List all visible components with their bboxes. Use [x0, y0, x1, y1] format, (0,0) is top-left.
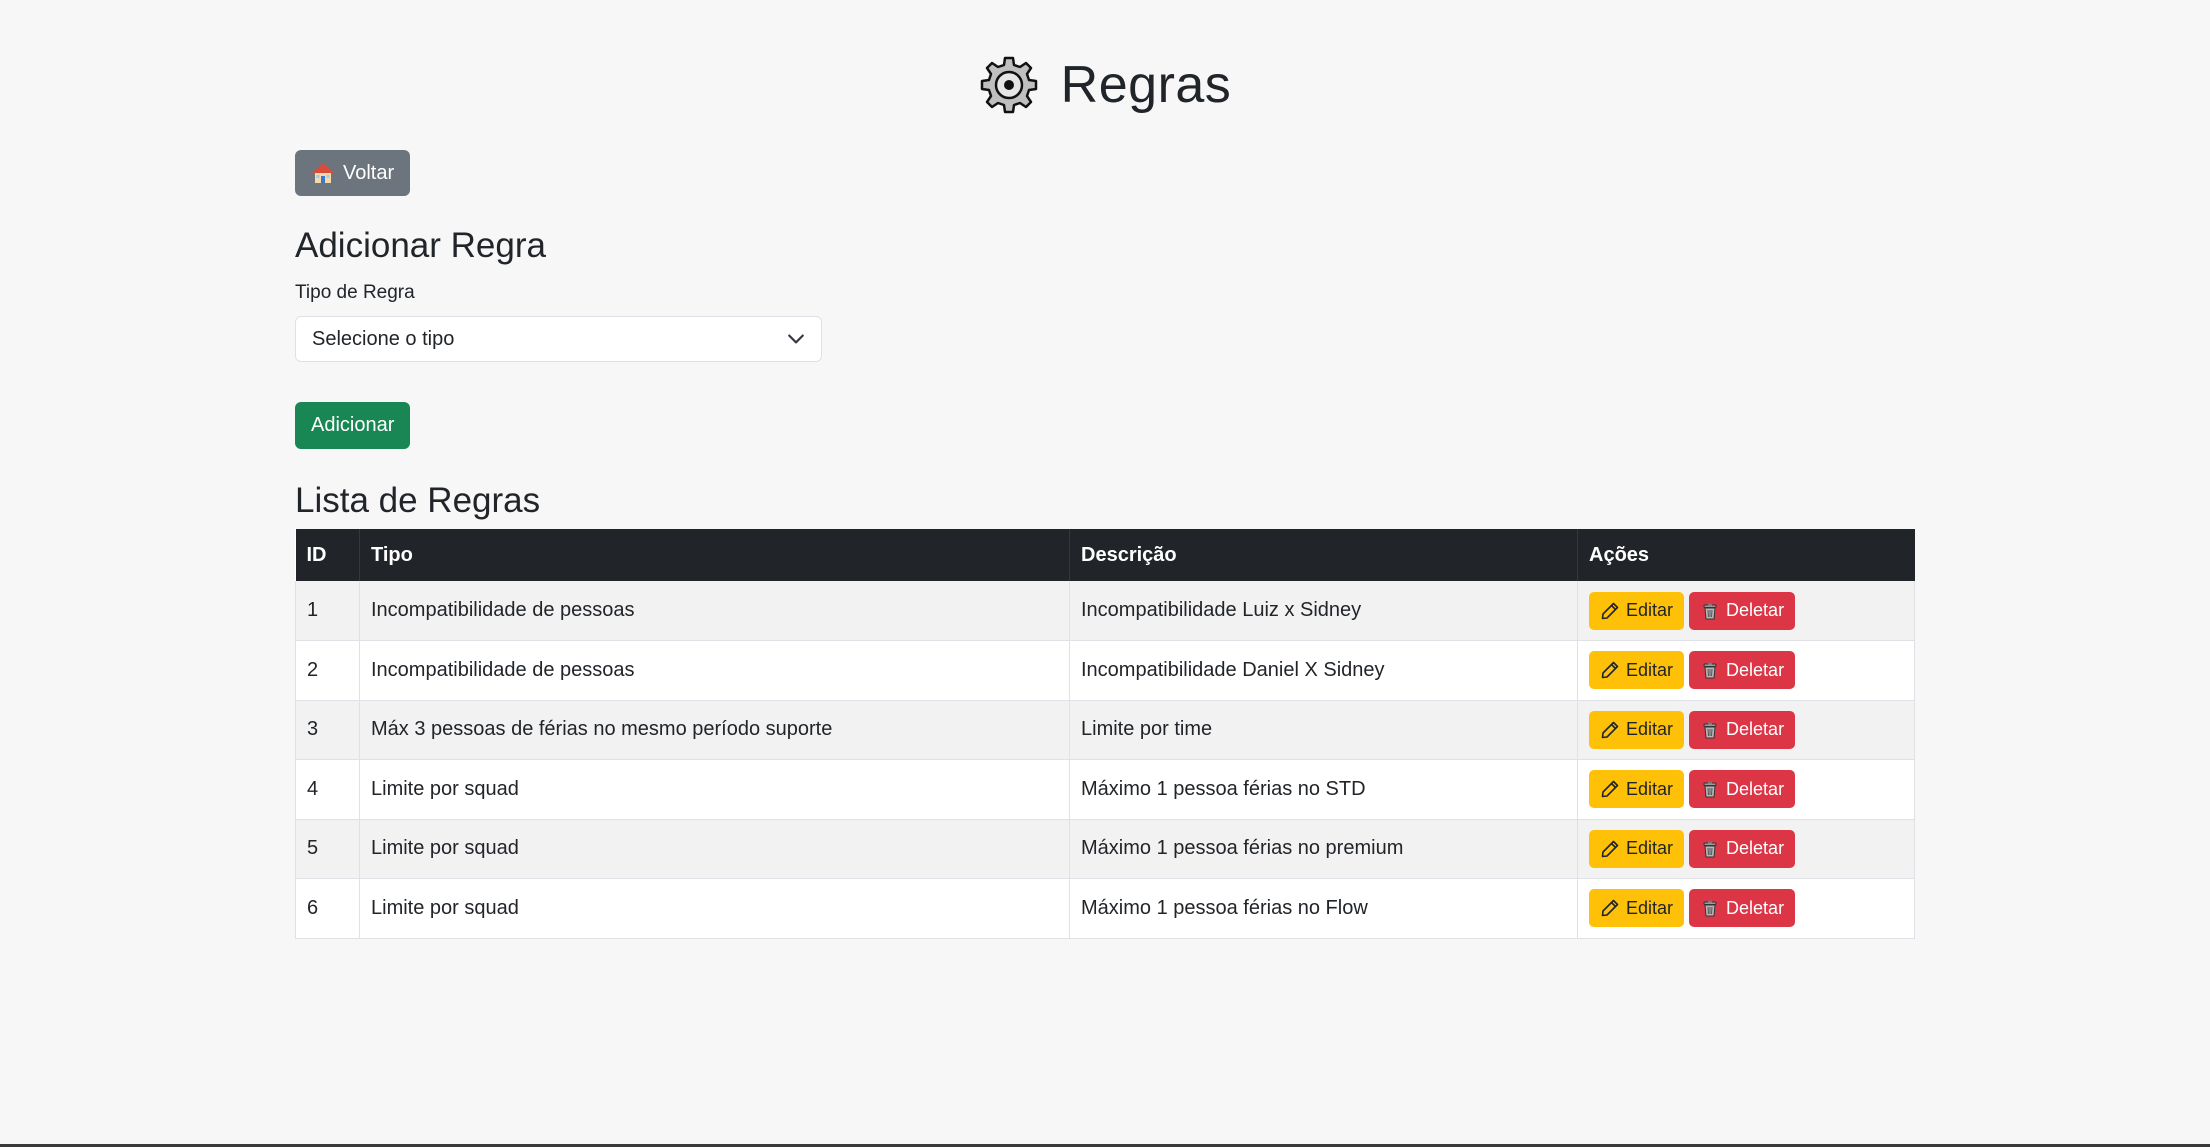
house-icon	[312, 163, 334, 183]
cell-id: 1	[295, 581, 360, 641]
chevron-down-icon	[788, 334, 804, 344]
cell-id: 3	[295, 700, 360, 760]
delete-button-label: Deletar	[1726, 659, 1785, 680]
table-row: 6 Limite por squad Máximo 1 pessoa férias …	[295, 878, 1915, 939]
cell-acoes: Editar Deletar	[1577, 878, 1915, 939]
table-row: 2 Incompatibilidade de pessoas Incompatibi…	[295, 640, 1915, 701]
delete-button[interactable]: Deletar	[1689, 829, 1796, 868]
edit-button[interactable]: Editar	[1589, 889, 1685, 928]
delete-button-label: Deletar	[1726, 719, 1785, 740]
delete-button-label: Deletar	[1726, 838, 1785, 859]
edit-button-label: Editar	[1626, 719, 1674, 740]
trash-icon	[1703, 722, 1717, 739]
back-button[interactable]: Voltar	[295, 150, 411, 196]
rules-table: ID Tipo Descrição Ações 1 Incompatibilida…	[295, 529, 1915, 939]
delete-button-label: Deletar	[1726, 897, 1785, 918]
edit-button-label: Editar	[1626, 838, 1674, 859]
trash-icon	[1703, 900, 1717, 917]
cell-acoes: Editar Deletar	[1577, 581, 1915, 641]
pencil-icon	[1601, 899, 1619, 917]
delete-button-label: Deletar	[1726, 600, 1785, 620]
pencil-icon	[1601, 721, 1619, 739]
column-header-tipo: Tipo	[359, 529, 1070, 581]
add-button[interactable]: Adicionar	[295, 402, 411, 449]
column-header-descricao: Descrição	[1069, 529, 1578, 581]
add-rule-title: Adicionar Regra	[295, 226, 546, 265]
page-title: Regras	[1060, 56, 1232, 114]
pencil-icon	[1601, 602, 1619, 619]
edit-button[interactable]: Editar	[1589, 591, 1685, 630]
edit-button-label: Editar	[1626, 600, 1674, 620]
edit-button-label: Editar	[1626, 778, 1674, 799]
delete-button[interactable]: Deletar	[1689, 591, 1796, 630]
cell-tipo: Incompatibilidade de pessoas	[359, 640, 1070, 701]
edit-button[interactable]: Editar	[1589, 770, 1685, 809]
cell-id: 5	[295, 819, 360, 879]
delete-button-label: Deletar	[1726, 778, 1785, 799]
trash-icon	[1703, 841, 1717, 858]
cell-id: 6	[295, 878, 360, 939]
pencil-icon	[1601, 661, 1619, 679]
pencil-icon	[1601, 780, 1619, 798]
cell-tipo: Máx 3 pessoas de férias no mesmo período…	[359, 700, 1070, 760]
page-header: Regras	[0, 55, 2210, 115]
cell-id: 4	[295, 759, 360, 820]
cell-descricao: Limite por time	[1069, 700, 1578, 760]
cell-tipo: Limite por squad	[359, 759, 1070, 820]
main-content: Voltar Adicionar Regra Tipo de Regra Sel…	[295, 150, 1915, 939]
cell-acoes: Editar Deletar	[1577, 819, 1915, 879]
delete-button[interactable]: Deletar	[1689, 710, 1796, 749]
column-header-acoes: Ações	[1577, 529, 1915, 581]
delete-button[interactable]: Deletar	[1689, 889, 1796, 928]
back-button-label: Voltar	[343, 161, 395, 184]
trash-icon	[1703, 781, 1717, 798]
rules-list-title: Lista de Regras	[295, 481, 541, 520]
edit-button[interactable]: Editar	[1589, 829, 1685, 868]
cell-tipo: Limite por squad	[359, 819, 1070, 879]
table-row: 5 Limite por squad Máximo 1 pessoa férias …	[295, 819, 1915, 879]
gear-icon	[980, 56, 1037, 114]
table-row: 3 Máx 3 pessoas de férias no mesmo períod…	[295, 700, 1915, 760]
cell-id: 2	[295, 640, 360, 701]
rule-type-select-value: Selecione o tipo	[312, 327, 455, 350]
cell-acoes: Editar Deletar	[1577, 759, 1915, 820]
column-header-id: ID	[295, 529, 360, 581]
cell-descricao: Máximo 1 pessoa férias no premium	[1069, 819, 1578, 879]
delete-button[interactable]: Deletar	[1689, 770, 1796, 809]
edit-button-label: Editar	[1626, 897, 1674, 918]
cell-descricao: Incompatibilidade Daniel X Sidney	[1069, 640, 1578, 701]
table-row: 4 Limite por squad Máximo 1 pessoa férias …	[295, 759, 1915, 820]
pencil-icon	[1601, 840, 1619, 858]
trash-icon	[1703, 662, 1717, 679]
edit-button-label: Editar	[1626, 659, 1674, 680]
cell-descricao: Incompatibilidade Luiz x Sidney	[1069, 581, 1578, 641]
table-header-row: ID Tipo Descrição Ações	[295, 529, 1915, 581]
rule-type-select[interactable]: Selecione o tipo	[295, 316, 822, 362]
trash-icon	[1703, 603, 1717, 619]
edit-button[interactable]: Editar	[1589, 651, 1685, 690]
cell-acoes: Editar Deletar	[1577, 640, 1915, 701]
cell-descricao: Máximo 1 pessoa férias no STD	[1069, 759, 1578, 820]
cell-tipo: Incompatibilidade de pessoas	[359, 581, 1070, 641]
rule-type-label: Tipo de Regra	[295, 282, 415, 303]
table-row: 1 Incompatibilidade de pessoas Incompatibi…	[295, 581, 1915, 641]
cell-tipo: Limite por squad	[359, 878, 1070, 939]
delete-button[interactable]: Deletar	[1689, 651, 1796, 690]
cell-descricao: Máximo 1 pessoa férias no Flow	[1069, 878, 1578, 939]
cell-acoes: Editar Deletar	[1577, 700, 1915, 760]
edit-button[interactable]: Editar	[1589, 710, 1685, 749]
